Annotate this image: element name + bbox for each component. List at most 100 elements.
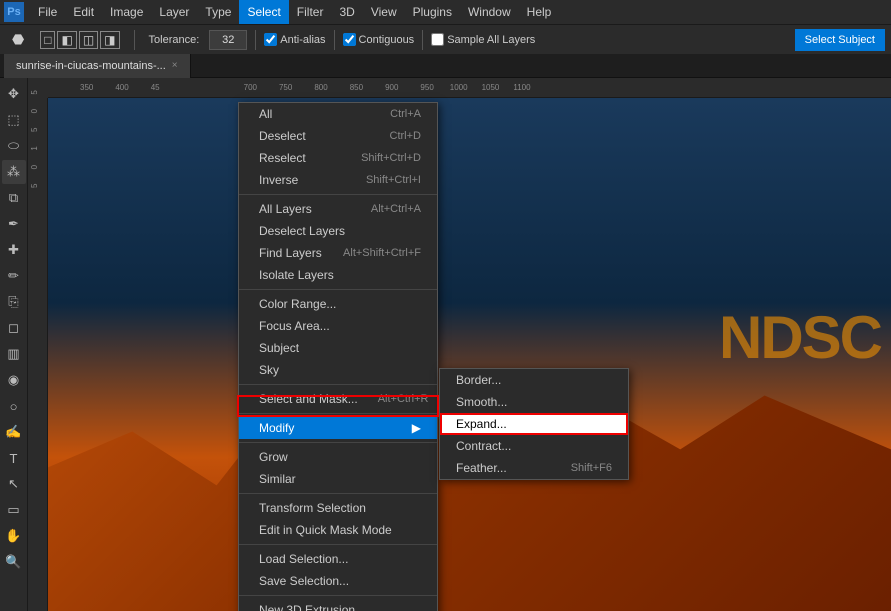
- menubar: Ps File Edit Image Layer Type Select Fil…: [0, 0, 891, 24]
- ruler-horizontal: 350 400 45 700 750 800 850 900 950 1000 …: [48, 78, 891, 98]
- text-tool[interactable]: T: [2, 446, 26, 470]
- select-subject-button[interactable]: Select Subject: [795, 29, 885, 51]
- submenu-smooth[interactable]: Smooth...: [440, 391, 628, 413]
- menu-quick-mask[interactable]: Edit in Quick Mask Mode: [239, 519, 437, 541]
- menu-save-selection[interactable]: Save Selection...: [239, 570, 437, 592]
- ruler-tick: 700: [242, 83, 259, 92]
- gradient-tool[interactable]: ▥: [2, 342, 26, 366]
- ruler-tick: 750: [277, 83, 294, 92]
- sample-all-group: Sample All Layers: [431, 33, 535, 46]
- hand-tool[interactable]: ✋: [2, 524, 26, 548]
- pen-tool[interactable]: ✍: [2, 420, 26, 444]
- marquee-rect-tool[interactable]: ⬚: [2, 108, 26, 132]
- menu-focus-area[interactable]: Focus Area...: [239, 315, 437, 337]
- clone-tool[interactable]: ⎘: [2, 290, 26, 314]
- tolerance-input[interactable]: [209, 30, 247, 50]
- menu-select[interactable]: Select: [239, 0, 288, 24]
- menu-similar[interactable]: Similar: [239, 468, 437, 490]
- active-tab[interactable]: sunrise-in-ciucas-mountains-... ×: [4, 54, 191, 78]
- menu-color-range[interactable]: Color Range...: [239, 293, 437, 315]
- menu-modify[interactable]: Modify ▶: [239, 417, 437, 439]
- menu-select-mask[interactable]: Select and Mask... Alt+Ctrl+R: [239, 388, 437, 410]
- tools-panel: ✥ ⬚ ⬭ ⁂ ⧉ ✒ ✚ ✏ ⎘ ◻ ▥ ◉ ○ ✍ T ↖ ▭ ✋ 🔍: [0, 78, 28, 611]
- menu-view[interactable]: View: [363, 0, 405, 24]
- contiguous-checkbox[interactable]: [343, 33, 356, 46]
- ruler-tick: 45: [149, 83, 162, 92]
- ruler-tick: 350: [78, 83, 95, 92]
- ruler-vertical: 5 0 1 5 0 5 0 5 0 5 0 5 3 5 0 3 5 4 0 4 …: [28, 98, 48, 611]
- ruler-tick: 950: [418, 83, 435, 92]
- menu-sep-3: [239, 384, 437, 385]
- menu-find-layers[interactable]: Find Layers Alt+Shift+Ctrl+F: [239, 242, 437, 264]
- menu-layer[interactable]: Layer: [151, 0, 197, 24]
- tab-filename: sunrise-in-ciucas-mountains-...: [16, 60, 166, 72]
- shape-tool[interactable]: ▭: [2, 498, 26, 522]
- contiguous-group: Contiguous: [343, 33, 415, 46]
- zoom-tool[interactable]: 🔍: [2, 550, 26, 574]
- main-area: ✥ ⬚ ⬭ ⁂ ⧉ ✒ ✚ ✏ ⎘ ◻ ▥ ◉ ○ ✍ T ↖ ▭ ✋ 🔍 35…: [0, 78, 891, 611]
- menu-file[interactable]: File: [30, 0, 65, 24]
- antialias-group: Anti-alias: [264, 33, 325, 46]
- menu-sky[interactable]: Sky: [239, 359, 437, 381]
- path-select-tool[interactable]: ↖: [2, 472, 26, 496]
- menu-sep-2: [239, 289, 437, 290]
- blur-tool[interactable]: ◉: [2, 368, 26, 392]
- menu-sep-8: [239, 595, 437, 596]
- menu-image[interactable]: Image: [102, 0, 151, 24]
- submenu-expand[interactable]: Expand...: [440, 413, 628, 435]
- magic-wand-tool[interactable]: ⁂: [2, 160, 26, 184]
- app-logo: Ps: [4, 2, 24, 22]
- eraser-tool[interactable]: ◻: [2, 316, 26, 340]
- menu-plugins[interactable]: Plugins: [405, 0, 460, 24]
- menu-isolate-layers[interactable]: Isolate Layers: [239, 264, 437, 286]
- submenu-contract[interactable]: Contract...: [440, 435, 628, 457]
- toolbar-sep-1: [134, 30, 135, 50]
- menu-edit[interactable]: Edit: [65, 0, 102, 24]
- ruler-tick: 850: [348, 83, 365, 92]
- antialias-checkbox[interactable]: [264, 33, 277, 46]
- menu-subject[interactable]: Subject: [239, 337, 437, 359]
- menu-all-layers[interactable]: All Layers Alt+Ctrl+A: [239, 198, 437, 220]
- menu-window[interactable]: Window: [460, 0, 519, 24]
- canvas-image: NDSC: [48, 98, 891, 611]
- logo-text: Ps: [7, 6, 20, 18]
- crop-tool[interactable]: ⧉: [2, 186, 26, 210]
- menu-reselect[interactable]: Reselect Shift+Ctrl+D: [239, 147, 437, 169]
- menu-sep-5: [239, 442, 437, 443]
- brush-tool[interactable]: ✏: [2, 264, 26, 288]
- menu-sep-6: [239, 493, 437, 494]
- menu-grow[interactable]: Grow: [239, 446, 437, 468]
- menu-deselect[interactable]: Deselect Ctrl+D: [239, 125, 437, 147]
- menu-help[interactable]: Help: [519, 0, 560, 24]
- modify-submenu: Border... Smooth... Expand... Contract..…: [439, 368, 629, 480]
- lasso-tool[interactable]: ⬭: [2, 134, 26, 158]
- submenu-border[interactable]: Border...: [440, 369, 628, 391]
- menu-sep-1: [239, 194, 437, 195]
- tabbar: sunrise-in-ciucas-mountains-... ×: [0, 54, 891, 78]
- ruler-tick: 900: [383, 83, 400, 92]
- toolbar-sep-2: [255, 30, 256, 50]
- healing-tool[interactable]: ✚: [2, 238, 26, 262]
- sample-all-checkbox[interactable]: [431, 33, 444, 46]
- menu-load-selection[interactable]: Load Selection...: [239, 548, 437, 570]
- ruler-tick: 1100: [511, 83, 532, 92]
- submenu-feather[interactable]: Feather... Shift+F6: [440, 457, 628, 479]
- tab-close-button[interactable]: ×: [172, 60, 178, 71]
- menu-type[interactable]: Type: [197, 0, 239, 24]
- toolbar-tool-options: □ ◧ ◫ ◨: [34, 29, 125, 51]
- menu-all[interactable]: All Ctrl+A: [239, 103, 437, 125]
- canvas-text-overlay: NDSC: [719, 303, 881, 372]
- ruler-tick: 1000: [448, 83, 470, 92]
- menu-3d-extrusion[interactable]: New 3D Extrusion: [239, 599, 437, 611]
- menu-3d[interactable]: 3D: [331, 0, 362, 24]
- menu-inverse[interactable]: Inverse Shift+Ctrl+I: [239, 169, 437, 191]
- options-toolbar: ⬣ □ ◧ ◫ ◨ Tolerance: Anti-alias Contiguo…: [0, 24, 891, 54]
- move-tool[interactable]: ✥: [2, 82, 26, 106]
- dodge-tool[interactable]: ○: [2, 394, 26, 418]
- select-menu: All Ctrl+A Deselect Ctrl+D Reselect Shif…: [238, 102, 438, 611]
- menu-transform-selection[interactable]: Transform Selection: [239, 497, 437, 519]
- menu-filter[interactable]: Filter: [289, 0, 332, 24]
- toolbar-tool-wand: ⬣: [6, 29, 30, 50]
- menu-deselect-layers[interactable]: Deselect Layers: [239, 220, 437, 242]
- eyedropper-tool[interactable]: ✒: [2, 212, 26, 236]
